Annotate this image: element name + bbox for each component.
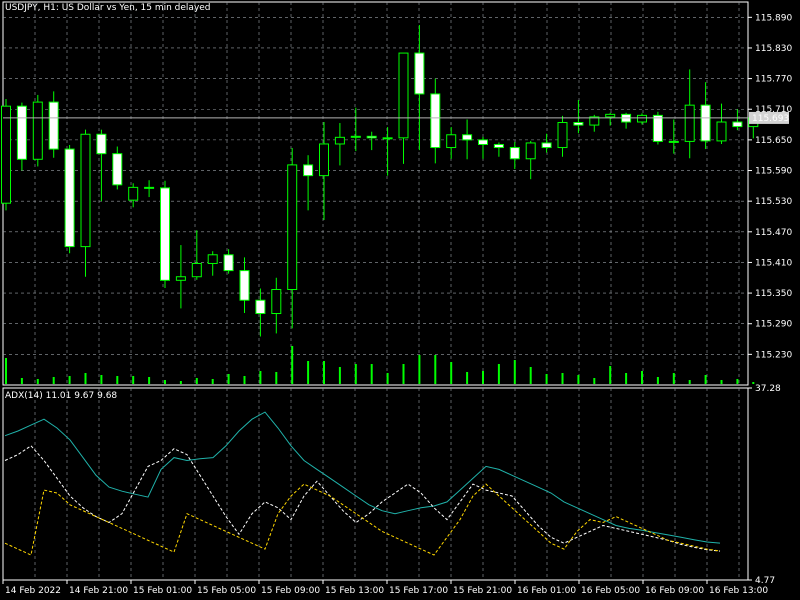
candle-body: [398, 52, 409, 139]
candle-body: [605, 113, 616, 118]
candle-body: [478, 139, 488, 145]
candle-body: [716, 121, 727, 142]
adx-indicator-label: ADX(14) 11.01 9.67 9.68: [5, 391, 118, 401]
candle-body: [239, 270, 250, 301]
x-axis-label: 14 Feb 2022: [5, 586, 61, 596]
candle-body: [366, 135, 377, 139]
candle-body: [112, 153, 123, 186]
candle-body: [382, 137, 393, 140]
price-axis-label: 115.470: [755, 228, 792, 238]
candle-body: [255, 299, 266, 315]
x-axis-label: 16 Feb 05:00: [581, 586, 640, 596]
candle-body: [652, 114, 663, 142]
candle-body: [80, 133, 91, 248]
candle-body: [668, 140, 679, 143]
x-axis-label: 15 Feb 09:00: [261, 586, 320, 596]
price-axis-label: 115.650: [755, 136, 792, 146]
candle-body: [271, 289, 282, 315]
candle-body: [32, 101, 43, 160]
candle-body: [637, 114, 647, 123]
candle-body: [430, 93, 441, 149]
candle-body: [493, 143, 504, 149]
candle-body: [160, 187, 170, 281]
price-axis-label: 115.350: [755, 289, 792, 299]
trading-chart[interactable]: 14 Feb 2022 14 Feb 21:00 15 Feb 01:00 15 Fe…: [0, 0, 800, 600]
x-axis-label: 16 Feb 13:00: [709, 586, 768, 596]
candle-body: [684, 104, 695, 142]
adx-panel-frame: [2, 387, 749, 581]
price-axis-label: 115.830: [755, 44, 792, 54]
candle-body: [446, 134, 457, 149]
candle-body: [223, 254, 234, 272]
candle-body: [732, 121, 743, 128]
adx-axis-label: 4.77: [755, 576, 775, 586]
x-axis-label: 15 Feb 21:00: [453, 586, 512, 596]
chart-symbol-header: USDJPY, H1: US Dollar vs Yen, 15 min del…: [5, 3, 211, 13]
main-chart-frame: [2, 1, 749, 386]
plus-di-line: [4, 445, 721, 552]
price-axis-label: 115.890: [755, 13, 792, 23]
price-axis-label: 115.230: [755, 350, 792, 360]
candle-body: [414, 52, 425, 95]
candle-body: [287, 164, 298, 291]
price-axis-label: 115.590: [755, 167, 792, 177]
candle-body: [128, 186, 139, 201]
candle-body: [573, 122, 584, 126]
candle-body: [557, 122, 568, 149]
candle-body: [350, 135, 361, 138]
candle-body: [16, 105, 27, 160]
candle-body: [175, 276, 186, 281]
x-axis-label: 16 Feb 09:00: [645, 586, 704, 596]
price-axis-label: 115.410: [755, 258, 792, 268]
price-axis-label: 115.290: [755, 320, 792, 330]
candle-body: [64, 148, 75, 248]
candle-body: [334, 136, 345, 145]
candle-body: [207, 254, 218, 264]
candle-body: [462, 134, 473, 141]
candle-body: [541, 142, 552, 149]
x-axis-label: 15 Feb 13:00: [325, 586, 384, 596]
x-axis-label: 15 Feb 17:00: [389, 586, 448, 596]
adx-axis-label: 37.28: [755, 384, 781, 394]
candle-body: [509, 147, 520, 160]
price-axis-label: 115.770: [755, 75, 792, 85]
minus-di-line: [4, 483, 721, 556]
candle-body: [303, 164, 314, 177]
candle-body: [96, 133, 107, 155]
candle-body: [1, 105, 11, 204]
candle-body: [525, 142, 536, 160]
x-axis-label: 16 Feb 01:00: [517, 586, 576, 596]
candle-body: [144, 186, 155, 189]
candle-body: [319, 143, 329, 177]
current-price-label: 115.693: [752, 114, 789, 124]
x-axis-label: 14 Feb 21:00: [69, 586, 128, 596]
candle-body: [191, 262, 202, 278]
x-axis-label: 15 Feb 01:00: [133, 586, 192, 596]
candle-body: [700, 104, 711, 142]
x-axis-label: 15 Feb 05:00: [197, 586, 256, 596]
price-axis-label: 115.530: [755, 197, 792, 207]
candle-body: [48, 101, 59, 150]
